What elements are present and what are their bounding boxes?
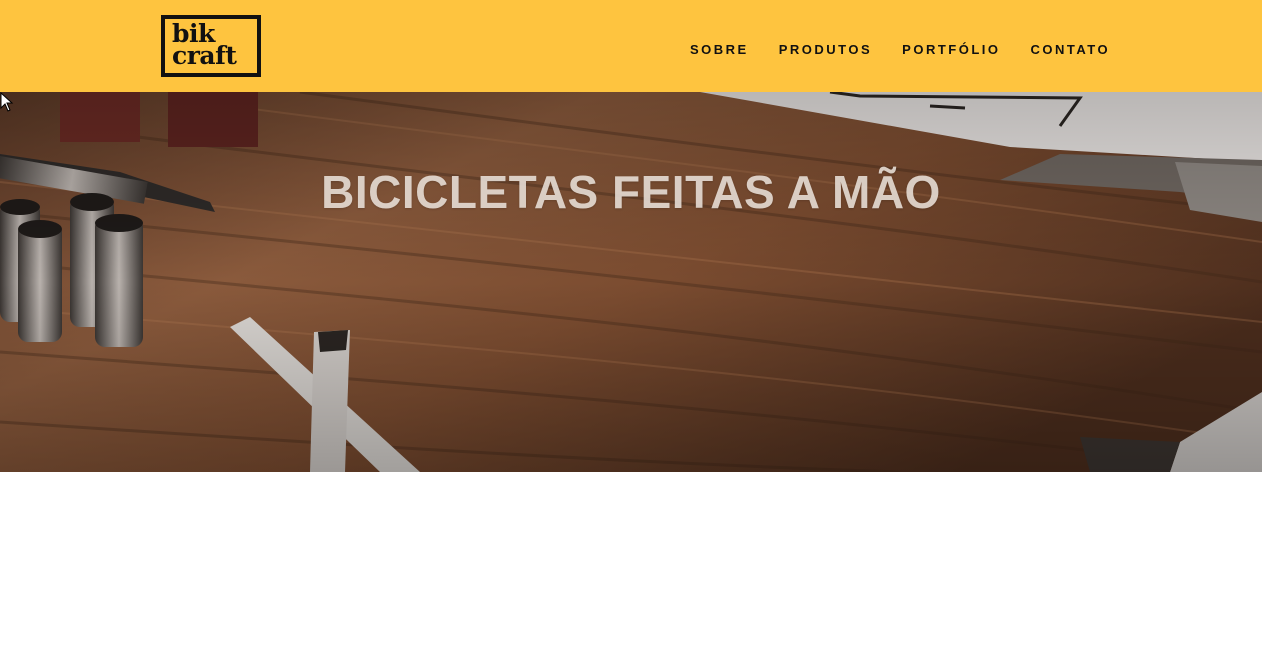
hero-banner: BICICLETAS FEITAS A MÃO — [0, 92, 1262, 472]
workbench-tools-image — [0, 92, 1262, 472]
site-header: bik craft Sobre Produtos Portfólio Conta… — [0, 0, 1262, 92]
nav-item-portfolio: Portfólio — [902, 41, 1000, 59]
hero-title: BICICLETAS FEITAS A MÃO — [321, 166, 941, 218]
nav-item-produtos: Produtos — [779, 41, 872, 59]
nav-link-contato[interactable]: Contato — [1031, 42, 1111, 57]
bikcraft-logo[interactable]: bik craft — [161, 15, 261, 77]
logo-line-2: craft — [172, 41, 237, 70]
nav-item-contato: Contato — [1031, 41, 1111, 59]
nav-link-sobre[interactable]: Sobre — [690, 42, 749, 57]
page-content-area — [0, 472, 1262, 660]
main-nav: Sobre Produtos Portfólio Contato — [690, 41, 1110, 59]
nav-item-sobre: Sobre — [690, 41, 749, 59]
nav-link-portfolio[interactable]: Portfólio — [902, 42, 1000, 57]
mouse-cursor-icon — [0, 92, 14, 112]
nav-link-produtos[interactable]: Produtos — [779, 42, 872, 57]
